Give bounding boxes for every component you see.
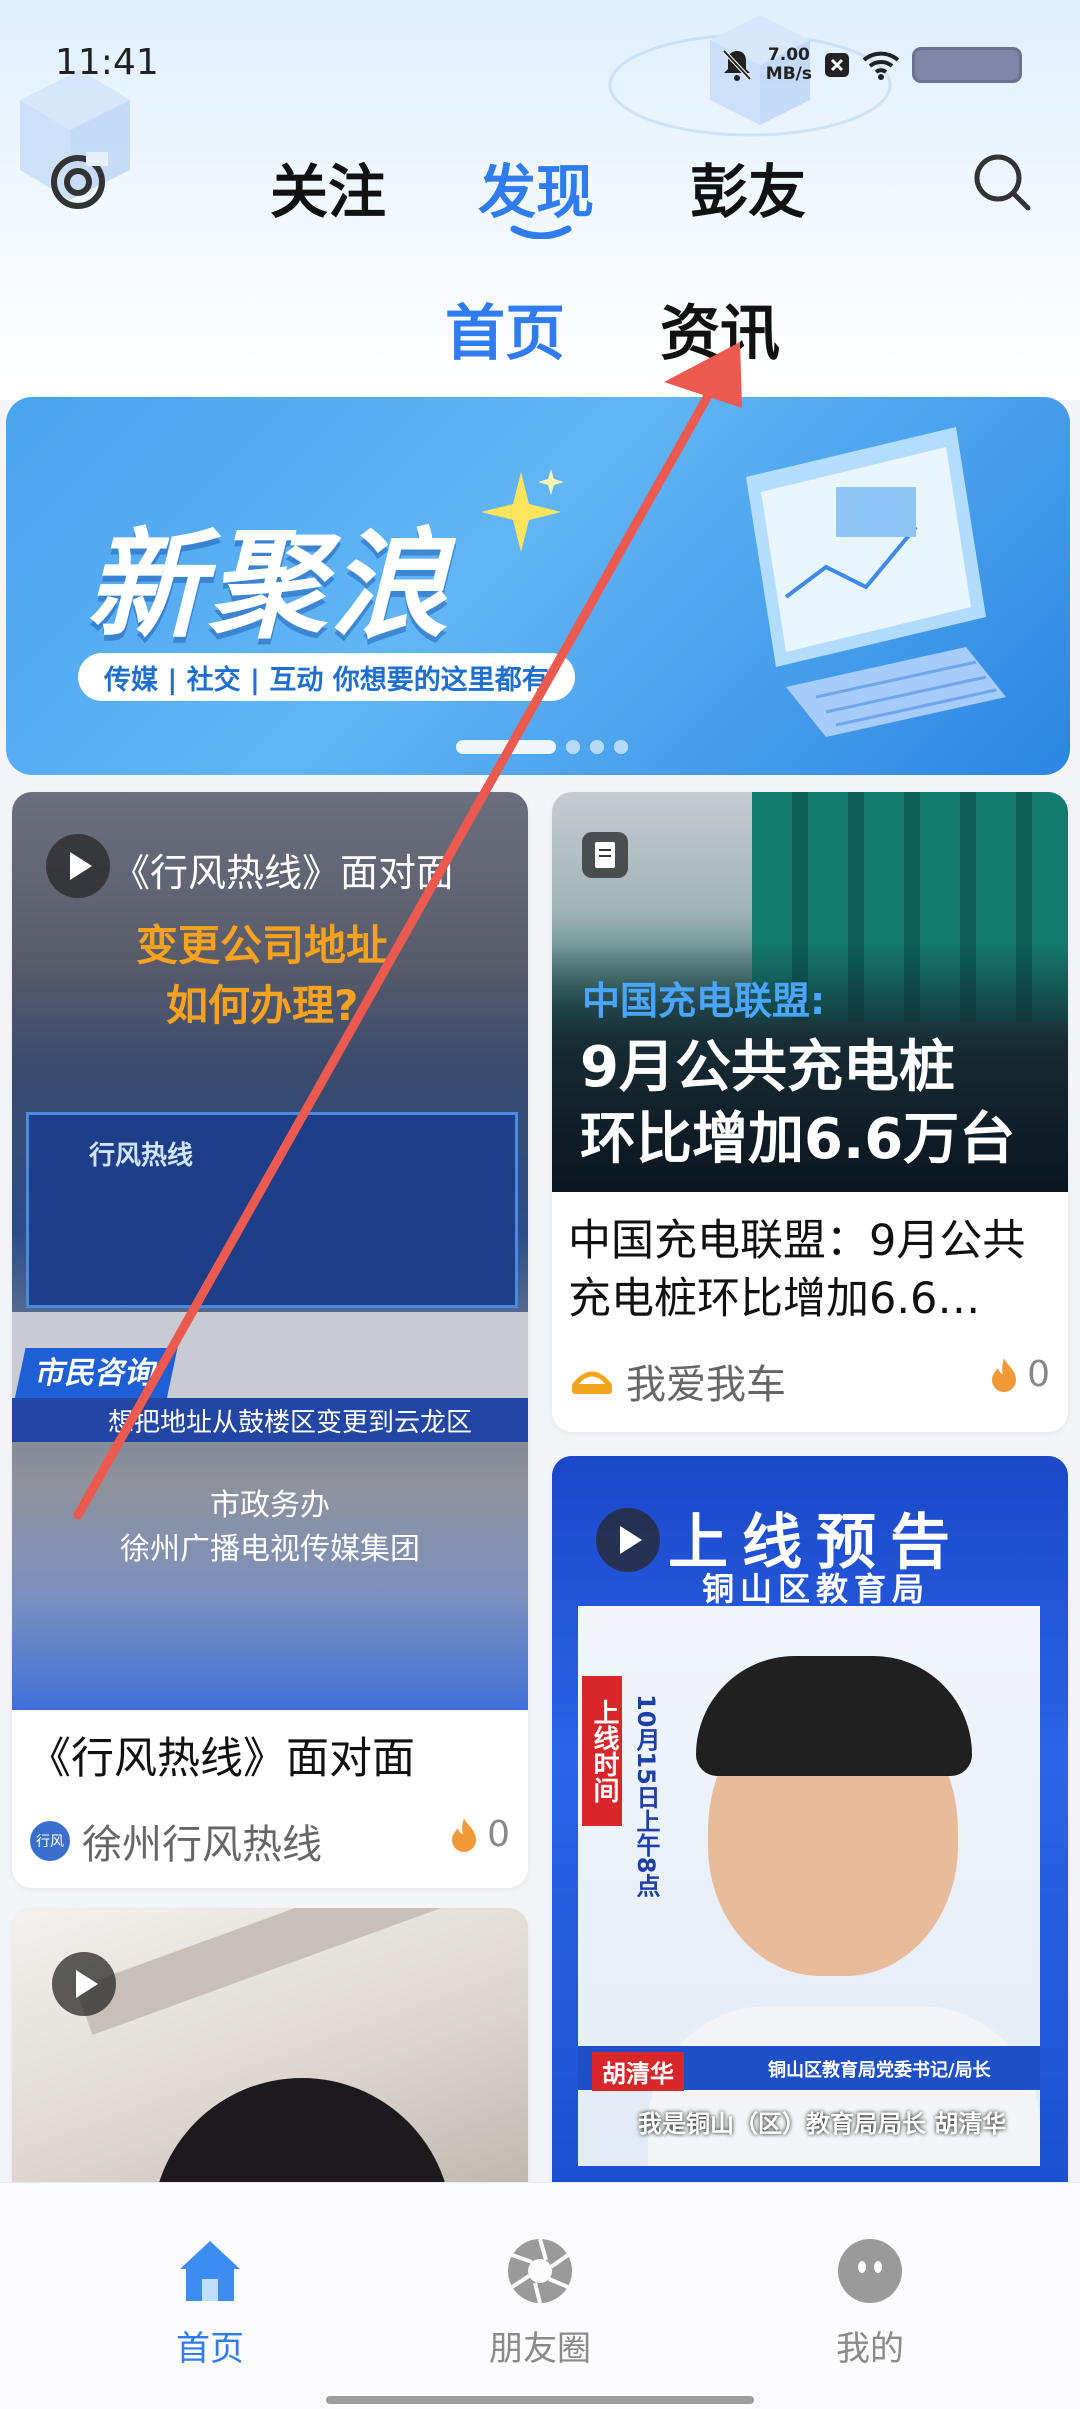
video-thumbnail: 《行风热线》面对面 变更公司地址 如何办理? 行风热线 市民咨询 想把地址从鼓楼… — [12, 792, 528, 1710]
banner-title: 新聚浪 — [86, 516, 453, 654]
video-thumbnail: 上线预告 铜山区教育局 胡清华 铜山区教育局党委书记/局长 我是铜山（区）教育局… — [552, 1456, 1068, 2216]
heat-count: 0 — [487, 1814, 510, 1855]
bottom-nav-label: 我的 — [836, 2329, 904, 2369]
status-time: 11:41 — [55, 42, 159, 83]
banner-pagination — [456, 740, 628, 754]
thumb-subtitle: 中国充电联盟: — [582, 979, 826, 1023]
wifi-icon — [862, 51, 900, 80]
thumb-caption: 市政务办 — [210, 1488, 330, 1523]
name-strip: 胡清华 铜山区教育局党委书记/局长 — [578, 2046, 1040, 2091]
feed-card-article[interactable]: 中国充电联盟: 9月公共充电桩 环比增加6.6万台 中国充电联盟：9月公共充电桩… — [552, 792, 1068, 1432]
fire-icon — [452, 1817, 477, 1852]
screen-text: 行风热线 — [89, 1141, 194, 1171]
top-nav: 关注 发现 彭友 — [0, 130, 1080, 240]
play-icon — [596, 1508, 660, 1572]
card-source[interactable]: 行风 徐州行风热线 — [30, 1812, 322, 1870]
card-heat: 0 — [989, 1354, 1050, 1395]
side-tag: 上线时间 — [582, 1676, 622, 1826]
search-icon[interactable] — [970, 150, 1034, 214]
bar-tag: 市民咨询 — [14, 1348, 178, 1400]
bottom-nav-home[interactable]: 首页 — [130, 2233, 290, 2370]
bottom-nav-moments[interactable]: 朋友圈 — [460, 2233, 620, 2370]
pagination-dot — [614, 740, 628, 754]
feed-card-video[interactable]: 上线预告 铜山区教育局 胡清华 铜山区教育局党委书记/局长 我是铜山（区）教育局… — [552, 1456, 1068, 2216]
play-icon — [52, 1952, 116, 2016]
aperture-icon — [508, 2238, 572, 2304]
fire-icon — [992, 1357, 1017, 1392]
status-icons: 7.00 MB/s — [720, 40, 1022, 90]
thumb-question: 变更公司地址 — [136, 921, 389, 970]
card-heat: 0 — [449, 1814, 510, 1855]
portrait-hair — [696, 1656, 972, 1776]
banner-subtitle: 传媒 | 社交 | 互动 你想要的这里都有 — [78, 653, 575, 701]
feed-card-video[interactable]: 《行风热线》面对面 变更公司地址 如何办理? 行风热线 市民咨询 想把地址从鼓楼… — [12, 792, 528, 1888]
source-logo-icon: 行风 — [30, 1821, 70, 1861]
source-logo-icon — [572, 1371, 612, 1394]
bottom-nav-me[interactable]: 我的 — [790, 2233, 950, 2370]
thumb-title: 《行风热线》面对面 — [112, 851, 455, 895]
status-bar: 11:41 7.00 MB/s — [0, 0, 1080, 120]
source-name: 我爱我车 — [626, 1362, 786, 1408]
tab-follow[interactable]: 关注 — [270, 145, 386, 229]
source-name: 徐州行风热线 — [82, 1822, 322, 1868]
subtab-home[interactable]: 首页 — [445, 285, 565, 372]
sparkle-icon — [481, 469, 564, 552]
mute-bell-icon — [722, 49, 752, 81]
card-title: 《行风热线》面对面 — [28, 1734, 415, 1784]
video-thumbnail — [12, 1908, 528, 2228]
article-thumbnail: 中国充电联盟: 9月公共充电桩 环比增加6.6万台 — [552, 792, 1068, 1192]
card-title: 中国充电联盟：9月公共充电桩环比增加6.6… — [568, 1216, 1026, 1324]
portrait-caption: 我是铜山（区）教育局局长 胡清华 — [638, 2110, 1007, 2138]
battery-icon — [912, 47, 1022, 83]
thumb-caption: 徐州广播电视传媒集团 — [120, 1532, 420, 1567]
home-indicator — [326, 2396, 754, 2404]
bottom-nav: 首页 朋友圈 我的 — [0, 2182, 1080, 2409]
thumb-question: 如何办理? — [166, 981, 359, 1030]
bar-caption: 想把地址从鼓楼区变更到云龙区 — [12, 1398, 528, 1442]
tab-pengyou[interactable]: 彭友 — [690, 145, 806, 229]
active-tab-indicator — [510, 225, 572, 239]
play-icon — [46, 834, 110, 898]
pagination-dot — [566, 740, 580, 754]
article-icon — [582, 832, 628, 878]
refresh-icon[interactable] — [46, 150, 110, 214]
date-text: 10月15日上午8点 — [632, 1694, 660, 1898]
card-source[interactable]: 我爱我车 — [570, 1352, 786, 1410]
feed-card-video[interactable] — [12, 1908, 528, 2228]
bottom-nav-label: 首页 — [176, 2329, 244, 2369]
computer-illustration-icon — [746, 427, 1006, 737]
close-box-icon — [825, 53, 849, 77]
thumb-org: 铜山区教育局 — [702, 1570, 931, 1608]
pagination-dot — [590, 740, 604, 754]
heat-count: 0 — [1027, 1354, 1050, 1395]
profile-icon — [838, 2239, 902, 2303]
promo-banner[interactable]: 新聚浪 传媒 | 社交 | 互动 你想要的这里都有 — [6, 397, 1070, 775]
tab-discover[interactable]: 发现 — [478, 145, 594, 229]
home-icon — [180, 2241, 240, 2301]
bottom-nav-label: 朋友圈 — [489, 2329, 591, 2369]
studio-screen: 行风热线 — [26, 1112, 518, 1308]
thumb-headline: 9月公共充电桩 — [580, 1035, 955, 1100]
thumb-headline: 环比增加6.6万台 — [580, 1107, 1016, 1172]
net-speed: 7.00 MB/s — [765, 45, 812, 84]
pagination-dot — [456, 740, 556, 754]
subtab-news[interactable]: 资讯 — [660, 285, 780, 372]
